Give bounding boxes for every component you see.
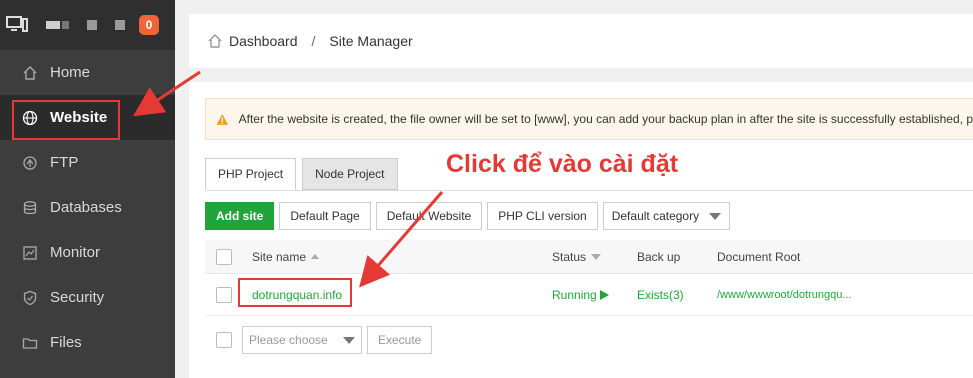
chevron-down-icon xyxy=(709,212,722,220)
execute-button[interactable]: Execute xyxy=(367,326,433,354)
php-cli-version-button[interactable]: PHP CLI version xyxy=(487,202,598,230)
shield-icon xyxy=(23,290,37,305)
default-page-button[interactable]: Default Page xyxy=(279,202,371,230)
alert-text: After the website is created, the file o… xyxy=(238,112,973,126)
home-icon[interactable] xyxy=(207,33,223,49)
table-header: Site name Status Back up Document Root xyxy=(205,240,973,274)
folder-icon xyxy=(22,337,38,349)
monitor-chart-icon xyxy=(23,245,37,260)
sidebar: 0 Home Website FTP Databases Monitor Sec… xyxy=(0,0,175,378)
bulk-action-placeholder: Please choose xyxy=(249,333,328,347)
main-area: Dashboard / Site Manager After the websi… xyxy=(175,0,973,378)
sidebar-item-website[interactable]: Website xyxy=(0,95,175,140)
sidebar-item-label: FTP xyxy=(50,154,79,171)
column-status[interactable]: Status xyxy=(552,240,602,273)
tab-php-project[interactable]: PHP Project xyxy=(205,158,297,190)
tab-divider xyxy=(205,190,973,191)
annotation-callout: Click để vào cài đặt xyxy=(446,150,679,178)
add-site-button[interactable]: Add site xyxy=(205,202,275,230)
document-root-link[interactable]: /www/wwwroot/dotrungqu... xyxy=(717,274,852,315)
bulk-select-checkbox[interactable] xyxy=(216,332,232,348)
sidebar-item-label: Monitor xyxy=(50,244,101,261)
breadcrumb-dashboard[interactable]: Dashboard xyxy=(229,33,298,49)
sidebar-item-label: Files xyxy=(50,334,82,351)
column-header-label: Document Root xyxy=(717,249,801,264)
backup-link[interactable]: Exists(3) xyxy=(637,274,684,315)
category-select-value: Default category xyxy=(611,209,700,223)
sidebar-item-label: Databases xyxy=(50,199,122,216)
default-website-button[interactable]: Default Website xyxy=(375,202,483,230)
bulk-action-select[interactable]: Please choose xyxy=(242,326,362,354)
play-icon xyxy=(599,289,609,300)
column-header-label: Site name xyxy=(252,249,307,264)
tab-node-project[interactable]: Node Project xyxy=(302,158,398,190)
status-dot-icon xyxy=(115,20,125,30)
server-status-indicator xyxy=(46,21,69,29)
category-select[interactable]: Default category xyxy=(602,202,731,230)
ftp-icon xyxy=(23,155,37,170)
status-dot-icon xyxy=(87,20,97,30)
database-icon xyxy=(23,200,37,214)
column-site-name[interactable]: Site name xyxy=(252,240,320,273)
sort-asc-icon xyxy=(311,254,320,259)
table-row: dotrungquan.info Running Exists(3) /www/… xyxy=(205,274,973,316)
home-icon xyxy=(23,65,37,80)
column-backup: Back up xyxy=(637,240,680,273)
sidebar-item-home[interactable]: Home xyxy=(0,50,175,95)
sidebar-item-databases[interactable]: Databases xyxy=(0,185,175,230)
breadcrumb-separator: / xyxy=(311,33,316,49)
status-text: Running xyxy=(552,287,597,302)
site-toolbar: Add site Default Page Default Website PH… xyxy=(205,202,731,230)
breadcrumb: Dashboard / Site Manager xyxy=(189,14,973,68)
column-header-label: Status xyxy=(552,249,587,264)
monitor-icon[interactable] xyxy=(6,16,28,34)
info-alert: After the website is created, the file o… xyxy=(205,98,973,140)
site-status[interactable]: Running xyxy=(552,274,609,315)
sidebar-item-label: Website xyxy=(50,109,108,126)
chevron-down-icon xyxy=(343,336,355,344)
column-header-label: Back up xyxy=(637,249,681,264)
notification-badge[interactable]: 0 xyxy=(139,15,159,35)
row-checkbox[interactable] xyxy=(216,286,232,303)
sidebar-topbar: 0 xyxy=(0,0,175,50)
sidebar-item-files[interactable]: Files xyxy=(0,320,175,365)
bulk-actions: Please choose Execute xyxy=(205,324,973,356)
site-name-link[interactable]: dotrungquan.info xyxy=(252,274,342,315)
sidebar-item-label: Home xyxy=(50,64,91,81)
warning-icon xyxy=(216,113,229,125)
globe-icon xyxy=(22,110,38,125)
project-tabs: PHP Project Node Project xyxy=(205,158,398,190)
select-all-checkbox[interactable] xyxy=(216,248,232,265)
sidebar-item-label: Security xyxy=(50,289,105,306)
sort-desc-icon xyxy=(591,253,602,260)
site-manager-panel: After the website is created, the file o… xyxy=(189,82,973,378)
sidebar-item-monitor[interactable]: Monitor xyxy=(0,230,175,275)
breadcrumb-site-manager: Site Manager xyxy=(329,33,413,49)
sidebar-item-security[interactable]: Security xyxy=(0,275,175,320)
sidebar-item-ftp[interactable]: FTP xyxy=(0,140,175,185)
column-document-root: Document Root xyxy=(717,240,800,273)
